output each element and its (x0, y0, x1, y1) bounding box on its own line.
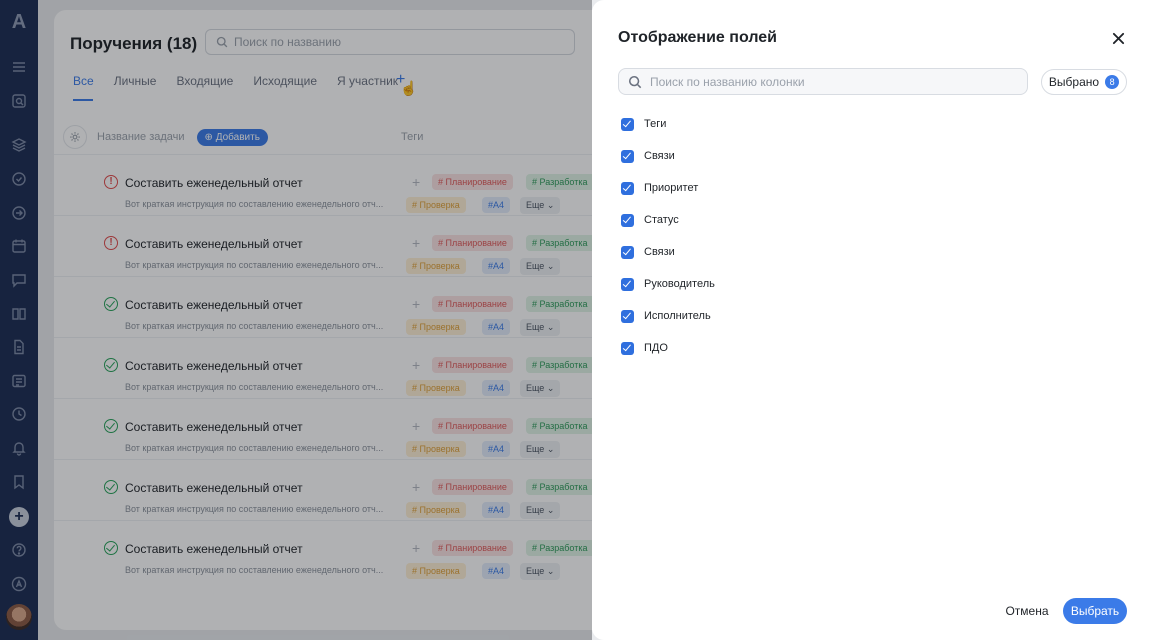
fields-panel: Отображение полей Выбрано 8 Теги Связи При… (592, 0, 1152, 640)
field-label: Связи (644, 150, 675, 162)
close-button[interactable] (1108, 28, 1128, 48)
field-checkbox[interactable] (621, 117, 634, 131)
field-checkbox[interactable] (621, 213, 634, 227)
field-option[interactable]: Руководитель (621, 268, 1121, 300)
field-checkbox[interactable] (621, 245, 634, 259)
field-checkbox[interactable] (621, 149, 634, 163)
field-label: Исполнитель (644, 310, 711, 322)
field-label: Статус (644, 214, 679, 226)
field-label: Приоритет (644, 182, 699, 194)
cancel-button[interactable]: Отмена (998, 598, 1056, 624)
field-option[interactable]: Исполнитель (621, 300, 1121, 332)
field-list: Теги Связи Приоритет Статус Связи Руководител… (621, 108, 1121, 364)
close-icon (1112, 32, 1124, 44)
field-option[interactable]: Статус (621, 204, 1121, 236)
field-checkbox[interactable] (621, 181, 634, 195)
select-button[interactable]: Выбрать (1063, 598, 1127, 624)
field-option[interactable]: Приоритет (621, 172, 1121, 204)
field-option[interactable]: Связи (621, 140, 1121, 172)
selected-filter-button[interactable]: Выбрано 8 (1041, 69, 1127, 95)
field-label: Руководитель (644, 278, 715, 290)
field-option[interactable]: Связи (621, 236, 1121, 268)
field-checkbox[interactable] (621, 277, 634, 291)
field-option[interactable]: Теги (621, 108, 1121, 140)
field-label: Теги (644, 118, 667, 130)
field-label: ПДО (644, 342, 668, 354)
field-checkbox[interactable] (621, 341, 634, 355)
field-option[interactable]: ПДО (621, 332, 1121, 364)
selected-count-badge: 8 (1105, 75, 1120, 89)
selected-label: Выбрано (1048, 75, 1100, 89)
field-checkbox[interactable] (621, 309, 634, 323)
search-icon (628, 75, 642, 88)
column-search-input[interactable] (650, 74, 1010, 89)
field-label: Связи (644, 246, 675, 258)
modal-backdrop[interactable] (0, 0, 592, 640)
column-search (618, 68, 1028, 95)
panel-title: Отображение полей (618, 29, 777, 46)
